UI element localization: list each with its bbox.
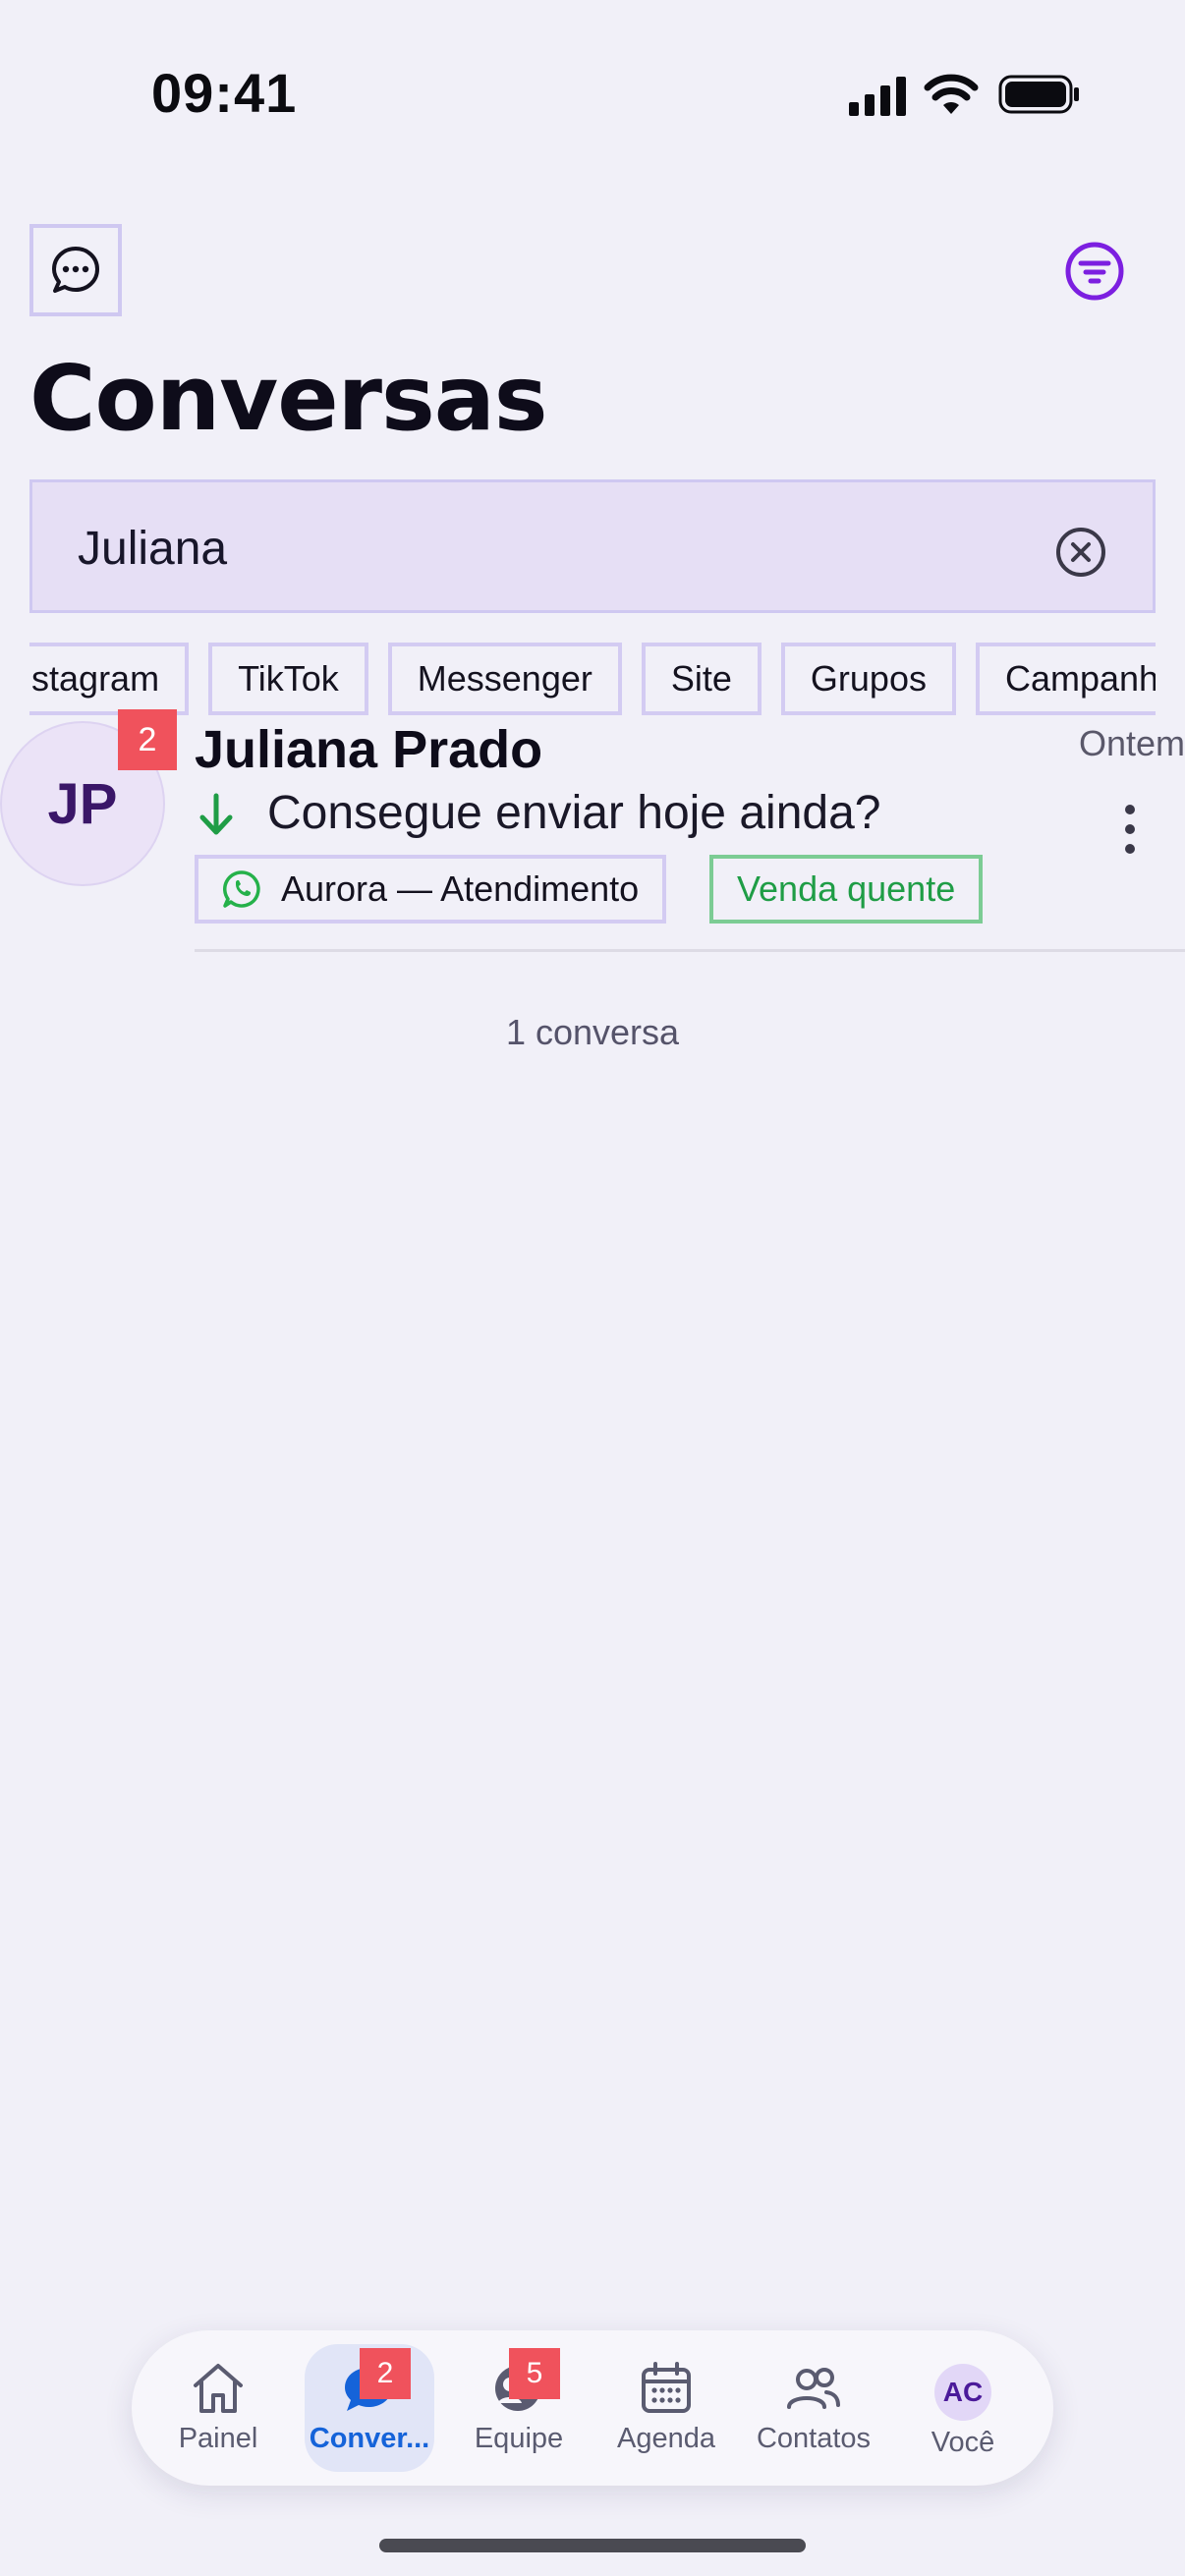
more-options-icon[interactable] bbox=[1108, 800, 1152, 859]
tab-conversas[interactable]: 2 Conver... bbox=[305, 2344, 434, 2472]
bottom-tab-bar: Painel 2 Conver... 5 Equipe Agenda Conta… bbox=[132, 2330, 1053, 2486]
search-input-value[interactable]: Juliana bbox=[78, 522, 227, 576]
tab-badge: 2 bbox=[360, 2348, 411, 2399]
tab-badge: 5 bbox=[509, 2348, 560, 2399]
status-bar: 09:41 bbox=[0, 0, 1185, 187]
filter-button[interactable] bbox=[1063, 240, 1126, 303]
chip-instagram[interactable]: Instagram bbox=[29, 643, 190, 715]
unread-count-badge: 2 bbox=[118, 709, 177, 770]
home-icon bbox=[194, 2364, 243, 2413]
tab-label: Você bbox=[931, 2427, 995, 2458]
clear-search-icon[interactable] bbox=[1054, 526, 1107, 579]
tab-equipe[interactable]: 5 Equipe bbox=[454, 2344, 584, 2472]
arrow-down-icon bbox=[199, 793, 233, 835]
search-input[interactable]: Juliana bbox=[29, 479, 1156, 613]
tab-painel[interactable]: Painel bbox=[153, 2344, 283, 2472]
tab-agenda[interactable]: Agenda bbox=[601, 2344, 731, 2472]
tab-label: Contatos bbox=[756, 2423, 872, 2454]
channel-filter-chips: Instagram TikTok Messenger Site Grupos C… bbox=[29, 643, 1156, 715]
tab-label: Equipe bbox=[474, 2423, 564, 2454]
chip-site[interactable]: Site bbox=[641, 643, 762, 715]
inbox-tag: Aurora — Atendimento bbox=[195, 855, 667, 924]
last-message-preview: Consegue enviar hoje ainda? bbox=[267, 787, 881, 839]
contacts-icon bbox=[787, 2368, 840, 2409]
contact-name: Juliana Prado bbox=[195, 720, 543, 779]
chat-bubble-icon bbox=[52, 247, 99, 293]
filter-icon bbox=[1065, 242, 1124, 301]
chip-tiktok[interactable]: TikTok bbox=[208, 643, 368, 715]
page-title: Conversas bbox=[29, 346, 548, 451]
cellular-signal-icon bbox=[849, 77, 906, 116]
profile-avatar: AC bbox=[934, 2364, 991, 2421]
tab-label: Agenda bbox=[617, 2423, 715, 2454]
conversation-list-item[interactable]: JP 2 Juliana Prado Ontem Consegue enviar… bbox=[0, 709, 1185, 953]
inbox-name: Aurora — Atendimento bbox=[281, 868, 640, 909]
tab-label: Painel bbox=[178, 2423, 258, 2454]
tab-voce[interactable]: AC Você bbox=[898, 2344, 1028, 2472]
results-count: 1 conversa bbox=[505, 1012, 680, 1052]
status-time: 09:41 bbox=[151, 62, 298, 124]
chip-messenger[interactable]: Messenger bbox=[387, 643, 622, 715]
calendar-icon bbox=[642, 2362, 691, 2413]
tab-contatos[interactable]: Contatos bbox=[749, 2344, 878, 2472]
conversation-time: Ontem bbox=[1078, 723, 1185, 763]
chip-campanhas[interactable]: Campanhas bbox=[975, 643, 1156, 715]
wifi-icon bbox=[924, 74, 979, 114]
chip-grupos[interactable]: Grupos bbox=[780, 643, 956, 715]
new-conversation-button[interactable] bbox=[29, 224, 122, 316]
conversation-label-tag: Venda quente bbox=[709, 855, 984, 924]
tab-label: Conver... bbox=[309, 2423, 430, 2454]
battery-icon bbox=[998, 75, 1079, 114]
row-divider bbox=[195, 949, 1185, 952]
home-indicator bbox=[379, 2539, 806, 2552]
whatsapp-icon bbox=[223, 870, 260, 908]
